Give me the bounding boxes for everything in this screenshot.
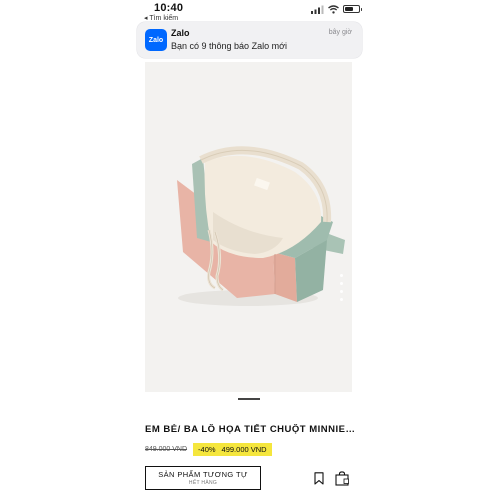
- status-time: 10:40: [154, 2, 184, 14]
- shopping-bag-icon[interactable]: [335, 471, 349, 486]
- discount-badge: -40% 499.000 VND: [193, 442, 272, 456]
- old-price: 849.000 VND: [145, 445, 188, 453]
- product-title: EM BÉ/ BA LÔ HỌA TIẾT CHUỘT MINNIE ©DIS.…: [145, 424, 355, 435]
- price-row: 849.000 VND -40% 499.000 VND: [145, 442, 272, 456]
- zalo-app-icon: Zalo: [145, 29, 167, 51]
- product-image[interactable]: [145, 62, 352, 392]
- wifi-icon: [328, 4, 339, 14]
- carousel-dot[interactable]: [340, 274, 343, 277]
- back-to-search-link[interactable]: ◂ Tìm kiếm: [144, 14, 178, 22]
- notification-message: Bạn có 9 thông báo Zalo mới: [171, 41, 287, 51]
- similar-products-button[interactable]: SẢN PHẨM TƯƠNG TỰ HẾT HÀNG: [145, 466, 261, 490]
- zalo-notification[interactable]: Zalo Zalo bây giờ Bạn có 9 thông báo Zal…: [137, 22, 362, 58]
- drawstring-bag-image: [177, 146, 345, 306]
- battery-icon: [343, 5, 362, 13]
- similar-products-label: SẢN PHẨM TƯƠNG TỰ: [158, 470, 248, 479]
- cellular-signal-icon: [311, 5, 324, 14]
- zalo-icon-label: Zalo: [148, 36, 164, 44]
- carousel-dot[interactable]: [340, 282, 343, 285]
- out-of-stock-label: HẾT HÀNG: [188, 480, 218, 486]
- page-indicator: [238, 398, 260, 400]
- status-icons: [311, 4, 362, 14]
- battery-fill: [345, 7, 353, 11]
- discount-percent: -40%: [198, 444, 216, 454]
- bookmark-icon[interactable]: [314, 472, 324, 485]
- carousel-dot[interactable]: [340, 290, 343, 293]
- notification-time: bây giờ: [328, 29, 352, 36]
- image-carousel-dots: [340, 274, 343, 301]
- status-bar: 10:40 ◂ Tìm kiếm: [0, 0, 499, 24]
- notification-app-name: Zalo: [171, 28, 190, 38]
- carousel-dot[interactable]: [340, 298, 343, 301]
- sale-price: 499.000 VND: [221, 444, 267, 454]
